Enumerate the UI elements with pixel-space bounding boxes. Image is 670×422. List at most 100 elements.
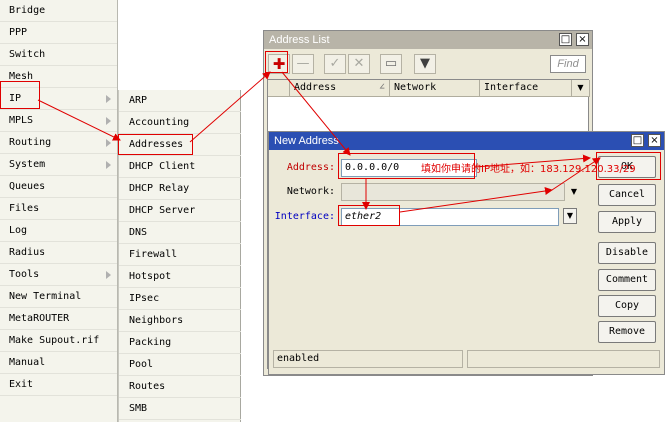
menu-item-exit[interactable]: Exit <box>0 374 117 396</box>
submenu-item-label: Packing <box>129 337 172 348</box>
menu-item-label: Make Supout.rif <box>9 335 100 346</box>
menu-item-label: MetaROUTER <box>9 313 70 324</box>
disable-icon[interactable]: ✕ <box>348 54 370 74</box>
submenu-item-label: Firewall <box>129 249 178 260</box>
interface-select[interactable]: ether2 <box>341 208 559 226</box>
submenu-item-ipsec[interactable]: IPsec <box>119 288 241 310</box>
submenu-item-label: DHCP Client <box>129 161 196 172</box>
filter-icon[interactable]: ▼ <box>414 54 436 74</box>
submenu-item-neighbors[interactable]: Neighbors <box>119 310 241 332</box>
column-menu-icon[interactable]: ▼ <box>572 80 590 97</box>
submenu-item-label: Pool <box>129 359 154 370</box>
address-list-titlebar[interactable]: Address List □ × <box>264 31 592 49</box>
status-bar: enabled <box>273 350 463 368</box>
find-input[interactable]: Find <box>550 55 586 73</box>
submenu-item-smb[interactable]: SMB <box>119 398 241 420</box>
main-menu: Bridge PPP Switch Mesh IP MPLS Routing S… <box>0 0 118 422</box>
network-dropdown-icon[interactable]: ▼ <box>567 183 581 201</box>
menu-item-mesh[interactable]: Mesh <box>0 66 117 88</box>
annotation-text: 填如你申请的IP地址，如：183.129.120.33/29 <box>421 164 636 175</box>
apply-button[interactable]: Apply <box>598 211 656 233</box>
submenu-item-label: DHCP Relay <box>129 183 190 194</box>
submenu-item-firewall[interactable]: Firewall <box>119 244 241 266</box>
menu-item-log[interactable]: Log <box>0 220 117 242</box>
submenu-item-label: ARP <box>129 95 148 106</box>
menu-item-mpls[interactable]: MPLS <box>0 110 117 132</box>
close-icon[interactable]: × <box>576 33 589 46</box>
new-address-titlebar[interactable]: New Address □ × <box>269 132 664 150</box>
menu-item-tools[interactable]: Tools <box>0 264 117 286</box>
submenu-item-accounting[interactable]: Accounting <box>119 112 241 134</box>
network-input[interactable] <box>341 183 565 201</box>
add-icon[interactable]: ✚ <box>268 54 290 74</box>
submenu-item-routes[interactable]: Routes <box>119 376 241 398</box>
submenu-item-label: Hotspot <box>129 271 172 282</box>
comment-button[interactable]: Comment <box>598 269 656 291</box>
menu-item-radius[interactable]: Radius <box>0 242 117 264</box>
table-header-spacer <box>268 80 290 97</box>
menu-item-switch[interactable]: Switch <box>0 44 117 66</box>
submenu-item-label: Accounting <box>129 117 190 128</box>
menu-item-new-terminal[interactable]: New Terminal <box>0 286 117 308</box>
disable-button[interactable]: Disable <box>598 242 656 264</box>
status-bar-right <box>467 350 660 368</box>
enable-icon[interactable]: ✓ <box>324 54 346 74</box>
menu-item-label: Manual <box>9 357 46 368</box>
menu-item-label: Mesh <box>9 71 34 82</box>
submenu-item-addresses[interactable]: Addresses <box>119 134 241 156</box>
submenu-item-dhcp-relay[interactable]: DHCP Relay <box>119 178 241 200</box>
menu-item-label: Queues <box>9 181 46 192</box>
submenu-arrow-icon <box>106 117 111 125</box>
menu-item-ppp[interactable]: PPP <box>0 22 117 44</box>
menu-item-label: Bridge <box>9 5 46 16</box>
menu-item-label: IP <box>9 93 22 104</box>
submenu-item-label: Routes <box>129 381 166 392</box>
submenu-item-label: Neighbors <box>129 315 184 326</box>
table-header-address[interactable]: Address ∠ <box>290 80 390 97</box>
submenu-item-dhcp-server[interactable]: DHCP Server <box>119 200 241 222</box>
interface-label: Interface: <box>274 211 335 222</box>
close-icon[interactable]: × <box>648 134 661 147</box>
menu-item-label: Exit <box>9 379 34 390</box>
menu-item-label: System <box>9 159 46 170</box>
menu-item-metarouter[interactable]: MetaROUTER <box>0 308 117 330</box>
table-header-network[interactable]: Network <box>390 80 480 97</box>
remove-icon[interactable]: — <box>292 54 314 74</box>
submenu-item-label: DNS <box>129 227 148 238</box>
sort-icon: ∠ <box>378 82 385 93</box>
submenu-item-dhcp-client[interactable]: DHCP Client <box>119 156 241 178</box>
menu-item-system[interactable]: System <box>0 154 117 176</box>
comment-icon[interactable]: ▭ <box>380 54 402 74</box>
address-label: Address: <box>286 162 335 173</box>
table-header-interface[interactable]: Interface <box>480 80 572 97</box>
menu-item-make-supout[interactable]: Make Supout.rif <box>0 330 117 352</box>
submenu-item-dns[interactable]: DNS <box>119 222 241 244</box>
maximize-icon[interactable]: □ <box>559 33 572 46</box>
interface-dropdown-icon[interactable]: ▼ <box>563 208 577 224</box>
remove-button[interactable]: Remove <box>598 321 656 343</box>
ip-submenu: ARP Accounting Addresses DHCP Client DHC… <box>118 90 241 422</box>
menu-item-files[interactable]: Files <box>0 198 117 220</box>
submenu-item-pool[interactable]: Pool <box>119 354 241 376</box>
menu-item-label: Log <box>9 225 28 236</box>
menu-item-queues[interactable]: Queues <box>0 176 117 198</box>
menu-item-label: Files <box>9 203 40 214</box>
submenu-arrow-icon <box>106 161 111 169</box>
copy-button[interactable]: Copy <box>598 295 656 317</box>
menu-item-manual[interactable]: Manual <box>0 352 117 374</box>
menu-item-label: Routing <box>9 137 52 148</box>
new-address-body: Address: 0.0.0.0/0 Network: ▼ Interface:… <box>271 152 662 372</box>
menu-item-bridge[interactable]: Bridge <box>0 0 117 22</box>
submenu-arrow-icon <box>106 95 111 103</box>
menu-item-label: Tools <box>9 269 40 280</box>
submenu-item-packing[interactable]: Packing <box>119 332 241 354</box>
submenu-item-hotspot[interactable]: Hotspot <box>119 266 241 288</box>
submenu-arrow-icon <box>106 271 111 279</box>
menu-item-label: PPP <box>9 27 28 38</box>
menu-item-routing[interactable]: Routing <box>0 132 117 154</box>
cancel-button[interactable]: Cancel <box>598 184 656 206</box>
submenu-item-arp[interactable]: ARP <box>119 90 241 112</box>
menu-item-label: MPLS <box>9 115 34 126</box>
menu-item-ip[interactable]: IP <box>0 88 117 110</box>
maximize-icon[interactable]: □ <box>631 134 644 147</box>
